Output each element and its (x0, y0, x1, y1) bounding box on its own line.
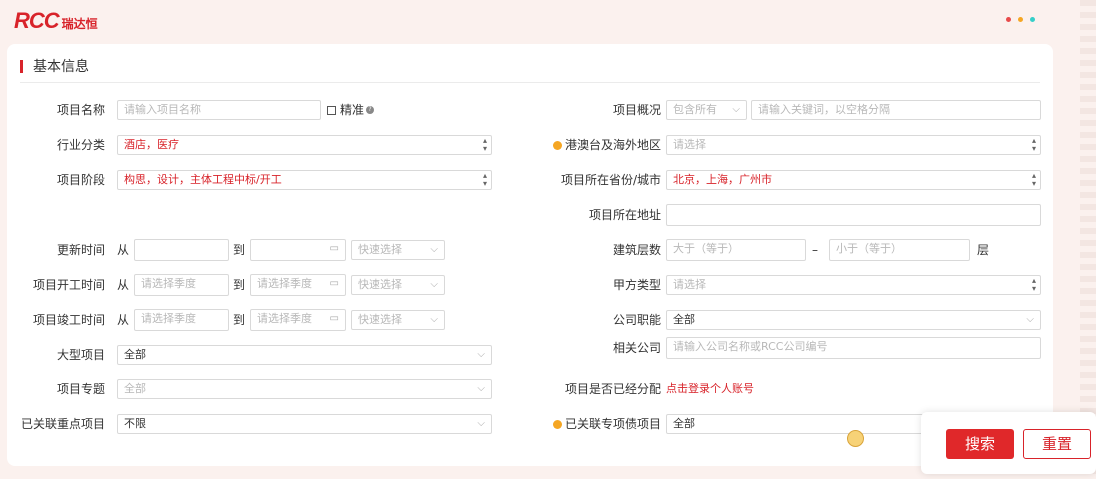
section-accent-bar (20, 59, 23, 73)
debt-project-label: 已关联专项债项目 (7, 414, 661, 434)
floors-dash: – (812, 243, 818, 257)
section-title: 基本信息 (20, 56, 89, 76)
updown-icon: ▴ ▾ (1031, 171, 1036, 188)
floors-unit: 层 (977, 243, 990, 257)
company-label: 相关公司 (612, 341, 661, 355)
floors-max-input[interactable]: 小于（等于） (829, 239, 970, 261)
logo-text: RCC (14, 8, 60, 33)
action-panel: 搜索 重置 (921, 412, 1096, 474)
debt-project-value: 全部 (673, 417, 695, 430)
section-title-text: 基本信息 (33, 59, 89, 75)
province-label: 项目所在省份/城市 (560, 173, 661, 187)
window-dots (1006, 17, 1042, 22)
assigned-label: 项目是否已经分配 (564, 382, 661, 396)
address-label: 项目所在地址 (588, 208, 661, 222)
company-placeholder: 请输入公司名称或RCC公司编号 (673, 340, 828, 353)
overview-keyword-placeholder: 请输入关键词，以空格分隔 (758, 103, 890, 116)
login-link[interactable]: 点击登录个人账号 (666, 379, 754, 399)
floors-max-placeholder: 小于（等于） (836, 242, 902, 255)
red-dot-icon (1006, 17, 1011, 22)
overview-select-value: 包含所有 (673, 103, 717, 116)
updown-icon: ▴ ▾ (1031, 136, 1036, 153)
owner-type-label: 甲方类型 (612, 278, 661, 292)
chevron-down-icon: ⌵ (732, 104, 740, 115)
owner-type-placeholder: 请选择 (673, 278, 706, 291)
address-input[interactable] (666, 204, 1041, 226)
floors-min-placeholder: 大于（等于） (673, 242, 739, 255)
floors-label: 建筑层数 (612, 243, 661, 257)
province-value: 北京，上海，广州市 (673, 173, 772, 186)
owner-type-select[interactable]: 请选择 ▴ ▾ (666, 275, 1041, 295)
warning-dot-icon (552, 141, 562, 150)
overview-label: 项目概况 (612, 103, 661, 117)
overview-keyword-input[interactable]: 请输入关键词，以空格分隔 (751, 100, 1041, 120)
updown-icon: ▴ ▾ (1031, 276, 1036, 293)
chevron-down-icon: ⌵ (1026, 314, 1034, 325)
province-select[interactable]: 北京，上海，广州市 ▴ ▾ (666, 170, 1041, 190)
debt-project-label-text: 已关联专项债项目 (564, 417, 661, 431)
floors-min-input[interactable]: 大于（等于） (666, 239, 806, 261)
orange-dot-icon (1018, 17, 1023, 22)
hk-region-select[interactable]: 请选择 ▴ ▾ (666, 135, 1041, 155)
company-input[interactable]: 请输入公司名称或RCC公司编号 (666, 337, 1041, 359)
cursor-indicator-icon (847, 430, 864, 447)
hk-region-label: 港澳台及海外地区 (7, 135, 661, 155)
basic-info-card: 基本信息 项目名称 请输入项目名称 精准 ? 项目概况 包含所有 ⌵ 请输入关键词… (7, 44, 1053, 466)
teal-dot-icon (1030, 17, 1035, 22)
top-bar: RCC 瑞达恒 (0, 0, 1096, 40)
search-button[interactable]: 搜索 (946, 429, 1014, 459)
logo-subtext: 瑞达恒 (61, 17, 98, 31)
hk-region-placeholder: 请选择 (673, 138, 706, 151)
company-role-value: 全部 (673, 313, 695, 326)
reset-button[interactable]: 重置 (1023, 429, 1091, 459)
right-edge-strip (1080, 0, 1096, 479)
company-role-select[interactable]: 全部 ⌵ (666, 310, 1041, 330)
company-role-label: 公司职能 (612, 313, 661, 327)
rcc-logo[interactable]: RCC 瑞达恒 (14, 8, 98, 34)
hk-region-label-text: 港澳台及海外地区 (564, 138, 661, 152)
overview-select[interactable]: 包含所有 ⌵ (666, 100, 747, 120)
section-divider (20, 82, 1040, 83)
warning-dot-icon (552, 420, 562, 429)
